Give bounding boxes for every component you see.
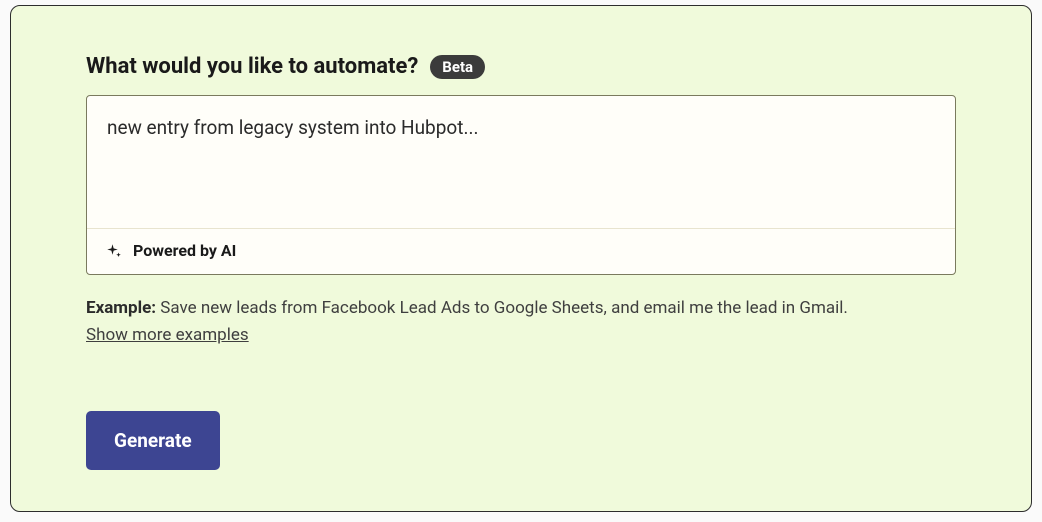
show-more-examples-link[interactable]: Show more examples bbox=[86, 325, 249, 345]
example-label: Example: bbox=[86, 298, 156, 318]
beta-badge: Beta bbox=[430, 55, 485, 79]
powered-by-label: Powered by AI bbox=[133, 241, 236, 260]
automation-prompt-panel: What would you like to automate? Beta Po… bbox=[10, 5, 1032, 512]
prompt-textarea[interactable] bbox=[87, 96, 955, 224]
powered-by-row: Powered by AI bbox=[87, 228, 955, 274]
sparkle-icon bbox=[105, 242, 123, 260]
generate-button[interactable]: Generate bbox=[86, 411, 220, 470]
header-row: What would you like to automate? Beta bbox=[86, 54, 956, 79]
prompt-heading: What would you like to automate? bbox=[86, 54, 418, 79]
example-row: Example: Save new leads from Facebook Le… bbox=[86, 295, 956, 349]
example-text: Save new leads from Facebook Lead Ads to… bbox=[156, 298, 848, 318]
prompt-input-box: Powered by AI bbox=[86, 95, 956, 275]
